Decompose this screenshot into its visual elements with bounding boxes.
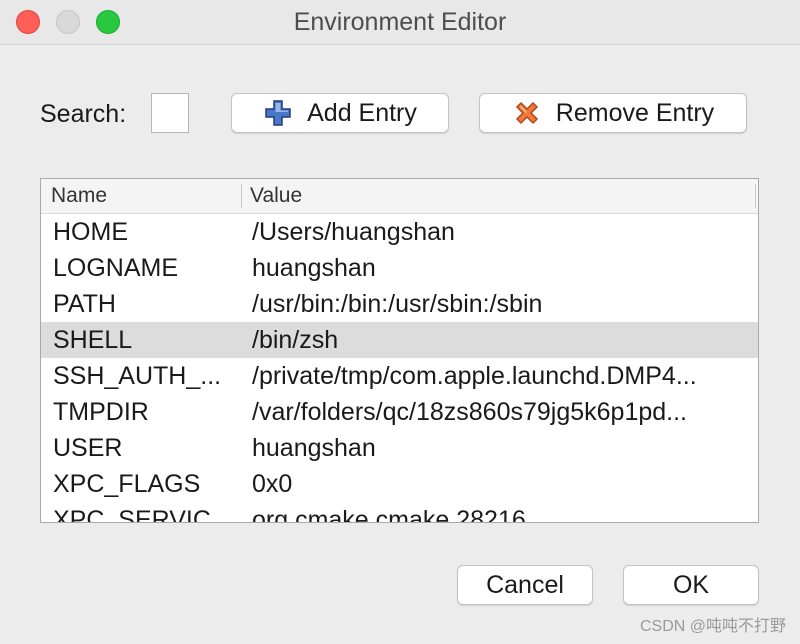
table-row[interactable]: TMPDIR /var/folders/qc/18zs860s79jg5k6p1… bbox=[41, 394, 758, 430]
row-value: /Users/huangshan bbox=[252, 218, 455, 246]
table-row[interactable]: XPC_FLAGS 0x0 bbox=[41, 466, 758, 502]
table-row[interactable]: PATH /usr/bin:/bin:/usr/sbin:/sbin bbox=[41, 286, 758, 322]
column-header-name[interactable]: Name bbox=[51, 179, 107, 213]
table-row[interactable]: HOME /Users/huangshan bbox=[41, 214, 758, 250]
row-value: /usr/bin:/bin:/usr/sbin:/sbin bbox=[252, 290, 543, 318]
row-name: XPC_FLAGS bbox=[53, 470, 201, 498]
environment-table[interactable]: Name Value HOME /Users/huangshan LOGNAME… bbox=[40, 178, 759, 523]
row-name: HOME bbox=[53, 218, 128, 246]
title-bar: Environment Editor bbox=[0, 0, 800, 45]
column-header-value[interactable]: Value bbox=[250, 179, 302, 213]
row-value: /bin/zsh bbox=[252, 326, 339, 354]
row-name: XPC_SERVIC bbox=[53, 506, 211, 523]
row-name: SSH_AUTH_... bbox=[53, 362, 222, 390]
x-icon bbox=[512, 98, 542, 128]
remove-entry-button[interactable]: Remove Entry bbox=[479, 93, 747, 133]
table-header: Name Value bbox=[41, 179, 758, 214]
table-row-selected[interactable]: SHELL /bin/zsh bbox=[41, 322, 758, 358]
table-row[interactable]: XPC_SERVIC org.cmake.cmake.28216 bbox=[41, 502, 758, 523]
remove-entry-label: Remove Entry bbox=[555, 98, 715, 127]
cancel-button[interactable]: Cancel bbox=[457, 565, 593, 605]
add-entry-button[interactable]: Add Entry bbox=[231, 93, 449, 133]
row-name: PATH bbox=[53, 290, 116, 318]
add-entry-label: Add Entry bbox=[307, 98, 417, 127]
row-value: huangshan bbox=[252, 434, 376, 462]
row-value: 0x0 bbox=[252, 470, 293, 498]
search-label: Search: bbox=[40, 100, 127, 128]
table-row[interactable]: LOGNAME huangshan bbox=[41, 250, 758, 286]
search-input[interactable] bbox=[151, 93, 189, 133]
window-title: Environment Editor bbox=[293, 8, 507, 36]
row-value: org.cmake.cmake.28216 bbox=[252, 506, 526, 523]
watermark: CSDN @吨吨不打野 bbox=[639, 618, 786, 635]
column-divider[interactable] bbox=[241, 184, 242, 208]
table-row[interactable]: USER huangshan bbox=[41, 430, 758, 466]
row-name: TMPDIR bbox=[53, 398, 149, 426]
plus-icon bbox=[263, 98, 293, 128]
row-value: /var/folders/qc/18zs860s79jg5k6p1pd... bbox=[252, 398, 687, 426]
ok-button[interactable]: OK bbox=[623, 565, 759, 605]
row-name: USER bbox=[53, 434, 123, 462]
row-value: huangshan bbox=[252, 254, 376, 282]
row-name: LOGNAME bbox=[53, 254, 179, 282]
row-name: SHELL bbox=[53, 326, 133, 354]
column-divider bbox=[755, 184, 756, 208]
table-row[interactable]: SSH_AUTH_... /private/tmp/com.apple.laun… bbox=[41, 358, 758, 394]
table-body: HOME /Users/huangshan LOGNAME huangshan … bbox=[41, 214, 758, 523]
row-value: /private/tmp/com.apple.launchd.DMP4... bbox=[252, 362, 697, 390]
